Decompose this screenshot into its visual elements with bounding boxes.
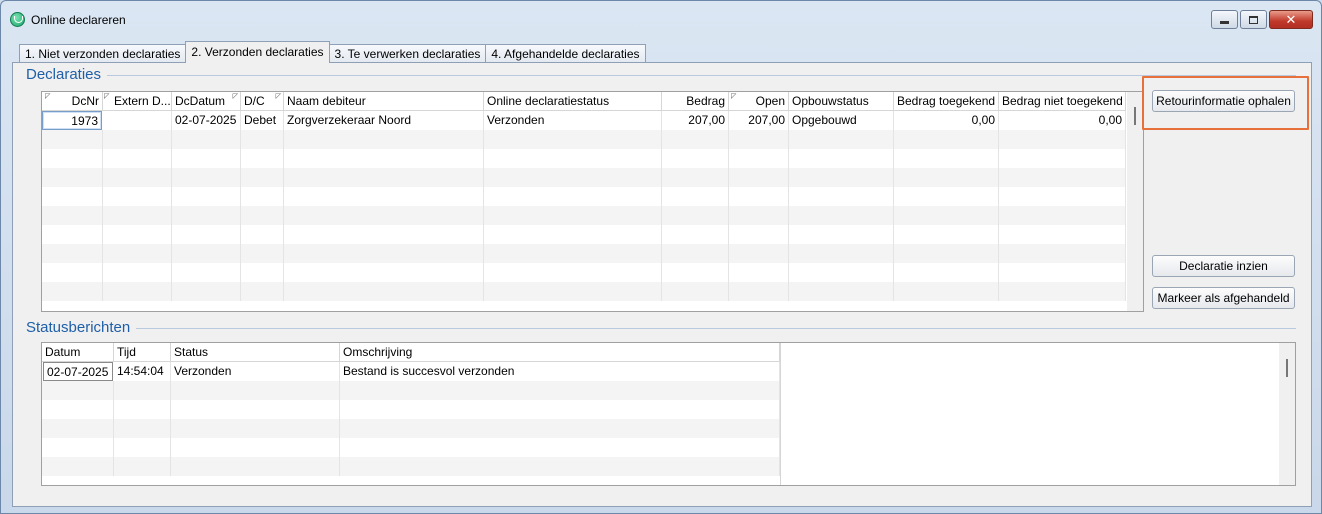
tab-te-verwerken[interactable]: 3. Te verwerken declaraties <box>328 44 487 63</box>
declaraties-grid[interactable]: ◸ DcNr ◸ Extern D... DcDatum ◸ D/C ◸ Naam de… <box>41 91 1144 312</box>
statusberichten-title: Statusberichten <box>26 319 137 336</box>
cell-open[interactable]: 207,00 <box>729 111 789 130</box>
col-status[interactable]: Status <box>171 343 340 362</box>
tab-bar: 1. Niet verzonden declaraties 2. Verzond… <box>19 41 646 63</box>
table-row[interactable]: 02-07-2025 14:54:04 Verzonden Bestand is… <box>42 362 780 381</box>
sort-icon: ◸ <box>275 93 281 100</box>
cell-bedrag-niet-toegekend[interactable]: 0,00 <box>999 111 1126 130</box>
cell-tijd[interactable]: 14:54:04 <box>114 362 171 381</box>
cell-dc[interactable]: Debet <box>241 111 284 130</box>
cell-omschrijving[interactable]: Bestand is succesvol verzonden <box>340 362 780 381</box>
title-bar[interactable]: Online declareren ✕ <box>1 1 1321 39</box>
scrollbar-thumb[interactable] <box>1134 107 1136 125</box>
maximize-button[interactable] <box>1240 10 1267 29</box>
cell-extern[interactable] <box>103 111 172 130</box>
empty-row <box>42 244 1126 263</box>
cell-bedrag-toegekend[interactable]: 0,00 <box>894 111 999 130</box>
app-logo-icon <box>10 12 25 27</box>
scrollbar-thumb[interactable] <box>1286 359 1288 377</box>
col-extern[interactable]: ◸ Extern D... <box>103 92 172 111</box>
statusberichten-grid[interactable]: Datum Tijd Status Omschrijving 02-07-202… <box>41 342 1296 486</box>
tab-verzonden[interactable]: 2. Verzonden declaraties <box>185 41 330 63</box>
sort-icon: ◸ <box>104 93 110 100</box>
cell-declaratiestatus[interactable]: Verzonden <box>484 111 662 130</box>
cell-status[interactable]: Verzonden <box>171 362 340 381</box>
window-title: Online declareren <box>31 13 126 27</box>
table-row[interactable]: 1973 02-07-2025 Debet Zorgverzekeraar No… <box>42 111 1126 130</box>
col-naam-debiteur[interactable]: Naam debiteur <box>284 92 484 111</box>
empty-row <box>42 187 1126 206</box>
cell-bedrag[interactable]: 207,00 <box>662 111 729 130</box>
cell-opbouwstatus[interactable]: Opgebouwd <box>789 111 894 130</box>
declaraties-title: Declaraties <box>26 66 108 83</box>
section-divider <box>133 328 1296 329</box>
empty-row <box>42 400 780 419</box>
cell-dcdatum[interactable]: 02-07-2025 <box>172 111 241 130</box>
empty-row <box>42 457 780 476</box>
empty-row <box>42 419 780 438</box>
tab-afgehandeld[interactable]: 4. Afgehandelde declaraties <box>485 44 646 63</box>
empty-row <box>42 130 1126 149</box>
window: Online declareren ✕ 1. Niet verzonden de… <box>0 0 1322 514</box>
markeer-afgehandeld-button[interactable]: Markeer als afgehandeld <box>1152 287 1295 309</box>
col-dcnr[interactable]: ◸ DcNr <box>42 92 103 111</box>
maximize-icon <box>1249 15 1258 24</box>
col-declaratiestatus[interactable]: Online declaratiestatus <box>484 92 662 111</box>
col-open[interactable]: ◸ Open <box>729 92 789 111</box>
section-divider <box>103 75 1296 76</box>
retourinformatie-ophalen-button[interactable]: Retourinformatie ophalen <box>1152 90 1295 112</box>
empty-row <box>42 263 1126 282</box>
declaratie-inzien-button[interactable]: Declaratie inzien <box>1152 255 1295 277</box>
filter-icon: ◸ <box>45 93 51 100</box>
empty-row <box>42 225 1126 244</box>
tab-panel: Declaraties ◸ DcNr ◸ Extern D... DcDatum ◸ … <box>12 62 1312 507</box>
minimize-button[interactable] <box>1211 10 1238 29</box>
col-bedrag-niet-toegekend[interactable]: Bedrag niet toegekend <box>999 92 1126 111</box>
col-bedrag[interactable]: Bedrag <box>662 92 729 111</box>
col-bedrag-toegekend[interactable]: Bedrag toegekend <box>894 92 999 111</box>
sort-icon: ◸ <box>232 93 238 100</box>
column-divider <box>780 343 781 485</box>
cell-datum[interactable]: 02-07-2025 <box>43 362 113 381</box>
close-icon: ✕ <box>1285 11 1297 27</box>
minimize-icon <box>1220 21 1229 24</box>
empty-row <box>42 168 1126 187</box>
col-omschrijving[interactable]: Omschrijving <box>340 343 780 362</box>
statusberichten-scrollbar[interactable] <box>1279 343 1295 485</box>
close-button[interactable]: ✕ <box>1269 10 1313 29</box>
tab-niet-verzonden[interactable]: 1. Niet verzonden declaraties <box>19 44 187 63</box>
col-dc[interactable]: D/C ◸ <box>241 92 284 111</box>
cell-dcnr[interactable]: 1973 <box>42 111 102 130</box>
empty-row <box>42 438 780 457</box>
empty-row <box>42 381 780 400</box>
declaraties-scrollbar[interactable] <box>1127 92 1143 311</box>
col-opbouwstatus[interactable]: Opbouwstatus <box>789 92 894 111</box>
empty-row <box>42 282 1126 301</box>
empty-row <box>42 206 1126 225</box>
empty-row <box>42 149 1126 168</box>
col-tijd[interactable]: Tijd <box>114 343 171 362</box>
sort-icon: ◸ <box>731 93 737 100</box>
col-datum[interactable]: Datum <box>42 343 114 362</box>
cell-naam-debiteur[interactable]: Zorgverzekeraar Noord <box>284 111 484 130</box>
col-dcdatum[interactable]: DcDatum ◸ <box>172 92 241 111</box>
